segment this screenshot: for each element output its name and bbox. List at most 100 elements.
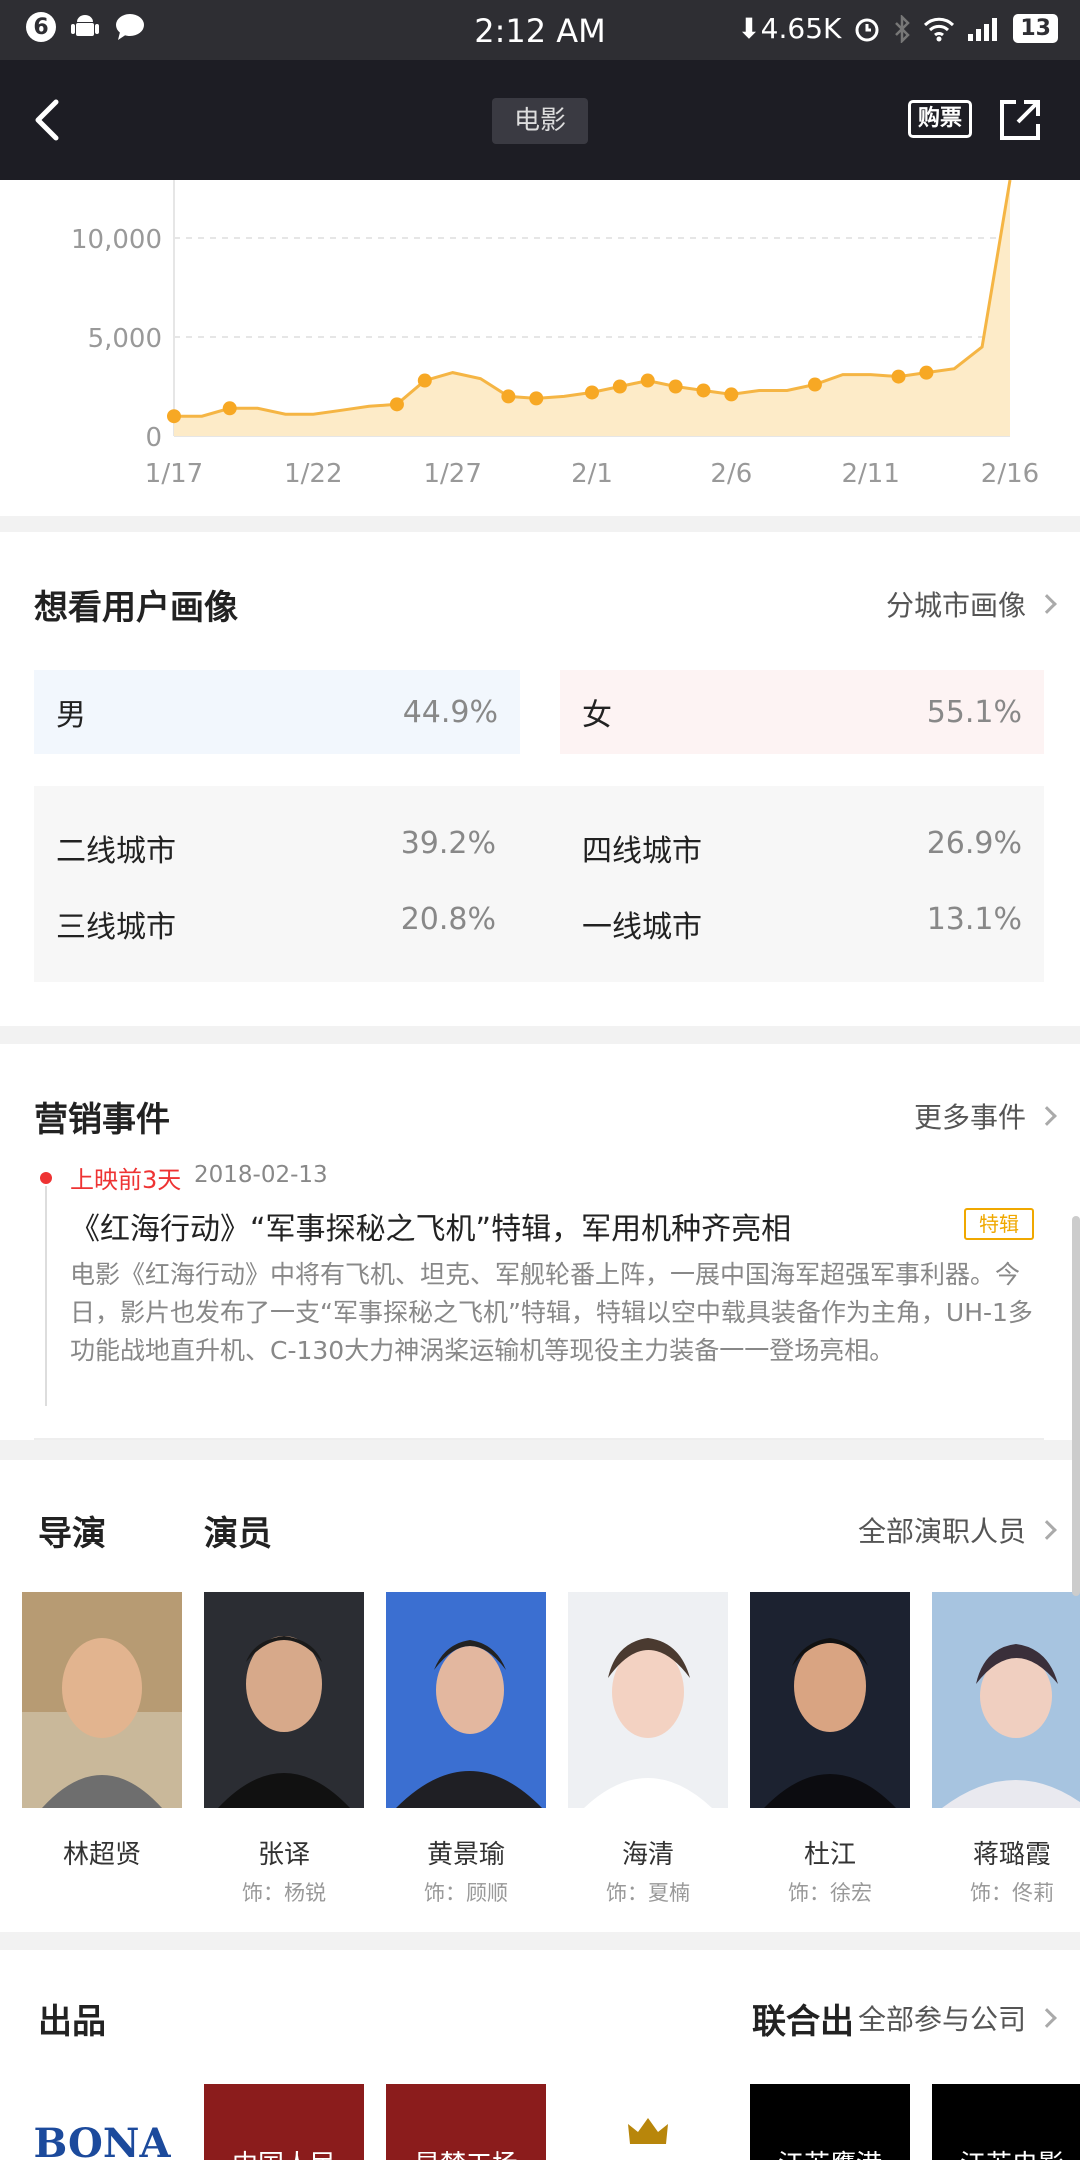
data-point[interactable] — [724, 387, 739, 402]
x-tick-label: 1/27 — [423, 459, 481, 489]
person-role: 饰：佟莉 — [970, 1881, 1054, 1905]
person-photo — [386, 1592, 546, 1808]
cast-member[interactable]: 林超贤 — [22, 1592, 182, 1877]
section-title: 营销事件 — [34, 1100, 170, 1140]
data-point[interactable] — [696, 383, 711, 398]
data-point[interactable] — [807, 377, 822, 392]
more-label: 更多事件 — [913, 1101, 1026, 1134]
city-tier-value: 39.2% — [400, 826, 496, 861]
city-tier-label: 四线城市 — [582, 834, 702, 869]
event-title[interactable]: 《红海行动》“军事探秘之飞机”特辑，军用机种齐亮相 — [70, 1204, 950, 1248]
city-tier-item: 四线城市 26.9% — [582, 826, 1022, 870]
cast-member[interactable]: 张译 饰：杨锐 — [204, 1592, 364, 1907]
company-logo[interactable]: BONA — [22, 2084, 182, 2160]
cast-member[interactable]: 蒋璐霞 饰：佟莉 — [932, 1592, 1080, 1907]
male-stat: 男 44.9% — [34, 670, 520, 754]
section-title: 想看用户画像 — [34, 588, 238, 628]
person-name: 杜江 — [803, 1840, 856, 1870]
company-logo[interactable]: 江苏电影 — [932, 2084, 1080, 2160]
city-tier-label: 三线城市 — [56, 910, 176, 945]
city-tier-stats: 二线城市 39.2% 四线城市 26.9% 三线城市 20.8% 一线城市 13.1% — [34, 786, 1044, 982]
more-label: 全部演职人员 — [857, 1515, 1026, 1548]
x-tick-label: 2/1 — [571, 459, 613, 489]
person-role: 饰：夏楠 — [606, 1881, 690, 1905]
x-tick-label: 2/11 — [841, 459, 899, 489]
chevron-right-icon — [1037, 2008, 1057, 2028]
event-description[interactable]: 电影《红海行动》中将有飞机、坦克、军舰轮番上阵，一展中国海军超强军事利器。今日，… — [70, 1256, 1040, 1370]
person-role: 饰：杨锐 — [242, 1881, 326, 1905]
company-name: 星梦工场 — [386, 2144, 546, 2160]
city-tier-label: 二线城市 — [56, 834, 176, 869]
buy-ticket-button[interactable]: 购票 — [908, 100, 972, 138]
data-point[interactable] — [389, 397, 404, 412]
cast-member[interactable]: 杜江 饰：徐宏 — [750, 1592, 910, 1907]
person-photo — [204, 1592, 364, 1808]
company-logo[interactable]: 星梦工场 — [386, 2084, 546, 2160]
company-name: BONA — [33, 2120, 171, 2160]
more-label: 分城市画像 — [885, 589, 1026, 622]
want-to-see-trend-card: 0 5,000 10,000 1/17 1/22 1/27 2/1 2/6 2/11 2/16 — [0, 179, 1080, 516]
city-tier-value: 13.1% — [926, 902, 1022, 937]
female-stat: 女 55.1% — [560, 670, 1044, 754]
event-relative-time: 上映前3天 — [70, 1166, 182, 1194]
timeline-dot — [40, 1172, 52, 1184]
company-logo[interactable]: 中国人民 — [204, 2084, 364, 2160]
chevron-right-icon — [1037, 1520, 1057, 1540]
data-point[interactable] — [919, 365, 934, 380]
data-point[interactable] — [529, 391, 544, 406]
person-photo — [22, 1592, 182, 1808]
more-events-link[interactable]: 更多事件 — [913, 1096, 1057, 1136]
male-value: 44.9% — [402, 694, 498, 730]
y-tick-label: 10,000 — [71, 225, 162, 255]
data-point[interactable] — [167, 409, 181, 424]
person-photo — [750, 1592, 910, 1808]
city-tier-item: 二线城市 39.2% — [56, 826, 496, 870]
network-speed: ⬇4.65K — [737, 12, 842, 45]
data-point[interactable] — [612, 379, 627, 394]
person-name: 海清 — [621, 1840, 674, 1870]
all-companies-link[interactable]: 全部参与公司 — [857, 1998, 1057, 2038]
company-name: 江苏电影 — [932, 2144, 1080, 2160]
chevron-right-icon — [1037, 594, 1057, 614]
cast-member[interactable]: 海清 饰：夏楠 — [568, 1592, 728, 1907]
company-name: 中国人民 — [204, 2144, 364, 2160]
y-tick-label: 5,000 — [88, 324, 162, 354]
bluetooth-icon — [895, 14, 911, 43]
company-logo[interactable]: 江苏鹰港 — [750, 2084, 910, 2160]
female-value: 55.1% — [926, 694, 1022, 730]
data-point[interactable] — [501, 389, 516, 404]
all-cast-link[interactable]: 全部演职人员 — [857, 1510, 1057, 1550]
back-arrow-icon[interactable] — [20, 90, 80, 150]
city-tier-value: 20.8% — [400, 902, 496, 937]
tab-director[interactable]: 导演 — [38, 1506, 106, 1555]
co-production-title: 联合出 — [752, 2002, 854, 2042]
x-tick-label: 1/22 — [284, 459, 342, 489]
page-title: 电影 — [492, 98, 589, 144]
data-point[interactable] — [585, 385, 599, 400]
person-name: 林超贤 — [62, 1840, 141, 1870]
male-label: 男 — [56, 698, 86, 733]
company-logo[interactable] — [568, 2084, 728, 2160]
data-point[interactable] — [640, 373, 655, 388]
trend-chart: 0 5,000 10,000 1/17 1/22 1/27 2/1 2/6 2/11 2/16 — [71, 179, 1039, 489]
share-icon[interactable] — [996, 96, 1044, 144]
scrollbar[interactable] — [1072, 1216, 1080, 1596]
cast-member[interactable]: 黄景瑜 饰：顾顺 — [386, 1592, 546, 1907]
data-point[interactable] — [417, 373, 432, 388]
city-profile-link[interactable]: 分城市画像 — [885, 584, 1057, 624]
tab-actors[interactable]: 演员 — [204, 1506, 272, 1555]
person-photo — [568, 1592, 728, 1808]
data-point[interactable] — [668, 379, 683, 394]
person-name: 张译 — [257, 1840, 310, 1870]
city-tier-item: 一线城市 13.1% — [582, 902, 1022, 946]
person-photo — [932, 1592, 1080, 1808]
section-title: 出品 — [38, 2002, 106, 2042]
more-label: 全部参与公司 — [857, 2003, 1026, 2036]
data-point[interactable] — [222, 401, 237, 416]
crown-icon — [628, 2118, 668, 2144]
x-tick-label: 2/6 — [710, 459, 752, 489]
data-point[interactable] — [891, 369, 906, 384]
company-name: 江苏鹰港 — [750, 2144, 910, 2160]
y-tick-label: 0 — [145, 423, 162, 453]
person-role: 饰：顾顺 — [424, 1881, 508, 1905]
